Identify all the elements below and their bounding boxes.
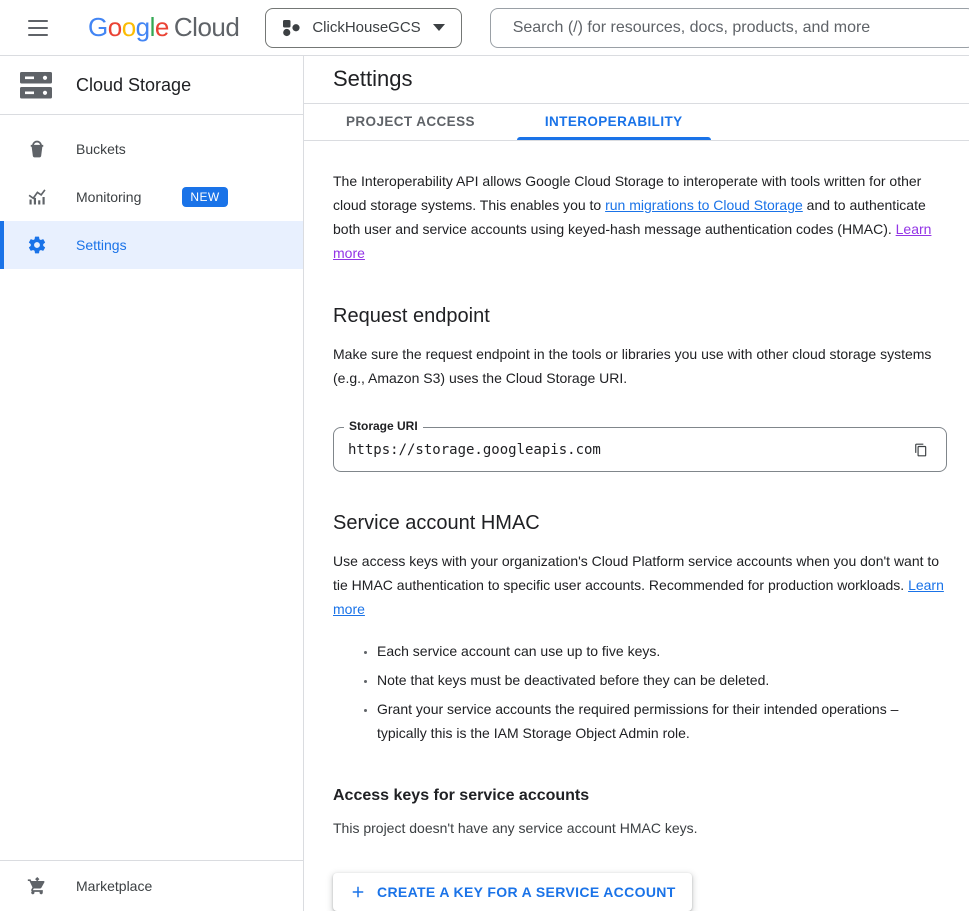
- bucket-icon: [25, 139, 49, 159]
- product-header: Cloud Storage: [0, 56, 303, 115]
- search-bar: [490, 8, 969, 48]
- hmac-bullet-list: Each service account can use up to five …: [333, 639, 947, 745]
- request-endpoint-heading: Request endpoint: [333, 305, 947, 328]
- tab-bar: PROJECT ACCESS INTEROPERABILITY: [304, 104, 969, 141]
- search-input[interactable]: [511, 18, 954, 38]
- cloud-storage-icon: [20, 72, 52, 99]
- run-migrations-link[interactable]: run migrations to Cloud Storage: [605, 197, 803, 213]
- storage-uri-field: Storage URI https://storage.googleapis.c…: [333, 427, 947, 472]
- sidebar-item-label: Monitoring: [76, 189, 141, 205]
- empty-state-text: This project doesn't have any service ac…: [333, 820, 947, 836]
- sidebar-item-marketplace[interactable]: Marketplace: [0, 861, 303, 911]
- sidebar-item-label: Settings: [76, 237, 127, 253]
- logo-letter: o: [108, 12, 122, 42]
- side-navigation: Buckets Monitoring NEW: [0, 115, 303, 860]
- chevron-down-icon: [433, 24, 445, 31]
- logo-cloud-text: Cloud: [174, 12, 239, 42]
- main-content: Settings PROJECT ACCESS INTEROPERABILITY…: [304, 56, 969, 911]
- page-header: Settings: [304, 56, 969, 104]
- list-item: Note that keys must be deactivated befor…: [377, 668, 947, 692]
- storage-uri-value: https://storage.googleapis.com: [348, 442, 908, 458]
- tab-content: The Interoperability API allows Google C…: [304, 141, 969, 911]
- service-account-hmac-paragraph: Use access keys with your organization's…: [333, 549, 947, 621]
- marketplace-cart-icon: [25, 876, 49, 896]
- menu-icon[interactable]: [14, 4, 62, 52]
- project-name: ClickHouseGCS: [312, 19, 420, 36]
- storage-uri-label: Storage URI: [344, 419, 423, 433]
- product-title: Cloud Storage: [76, 75, 191, 96]
- page-title: Settings: [333, 66, 413, 92]
- monitoring-icon: [25, 187, 49, 207]
- sidebar-item-label: Buckets: [76, 141, 126, 157]
- tab-interoperability[interactable]: INTEROPERABILITY: [517, 104, 711, 140]
- tab-project-access[interactable]: PROJECT ACCESS: [318, 104, 503, 140]
- sidebar-item-buckets[interactable]: Buckets: [0, 125, 303, 173]
- project-selector[interactable]: ClickHouseGCS: [265, 8, 461, 48]
- gear-icon: [25, 235, 49, 255]
- request-endpoint-paragraph: Make sure the request endpoint in the to…: [333, 342, 947, 390]
- create-key-button[interactable]: CREATE A KEY FOR A SERVICE ACCOUNT: [333, 873, 692, 911]
- sidebar-footer: Marketplace: [0, 860, 303, 911]
- new-badge: NEW: [182, 187, 227, 207]
- copy-icon[interactable]: [908, 437, 934, 463]
- project-icon: [282, 19, 300, 37]
- sidebar-item-monitoring[interactable]: Monitoring NEW: [0, 173, 303, 221]
- list-item: Grant your service accounts the required…: [377, 697, 947, 745]
- top-bar: GoogleCloud ClickHouseGCS: [0, 0, 969, 56]
- sidebar-item-label: Marketplace: [76, 878, 152, 894]
- access-keys-heading: Access keys for service accounts: [333, 787, 947, 805]
- list-item: Each service account can use up to five …: [377, 639, 947, 663]
- sidebar-item-settings[interactable]: Settings: [0, 221, 303, 269]
- logo-letter: g: [136, 12, 150, 42]
- logo-letter: o: [122, 12, 136, 42]
- google-cloud-logo: GoogleCloud: [88, 12, 239, 43]
- plus-icon: [349, 883, 367, 901]
- logo-letter: G: [88, 12, 108, 42]
- intro-paragraph: The Interoperability API allows Google C…: [333, 169, 947, 265]
- create-key-button-label: CREATE A KEY FOR A SERVICE ACCOUNT: [377, 884, 676, 900]
- logo-letter: e: [155, 12, 169, 42]
- hmac-text: Use access keys with your organization's…: [333, 553, 939, 593]
- sidebar: Cloud Storage Buckets: [0, 56, 304, 911]
- service-account-hmac-heading: Service account HMAC: [333, 512, 947, 535]
